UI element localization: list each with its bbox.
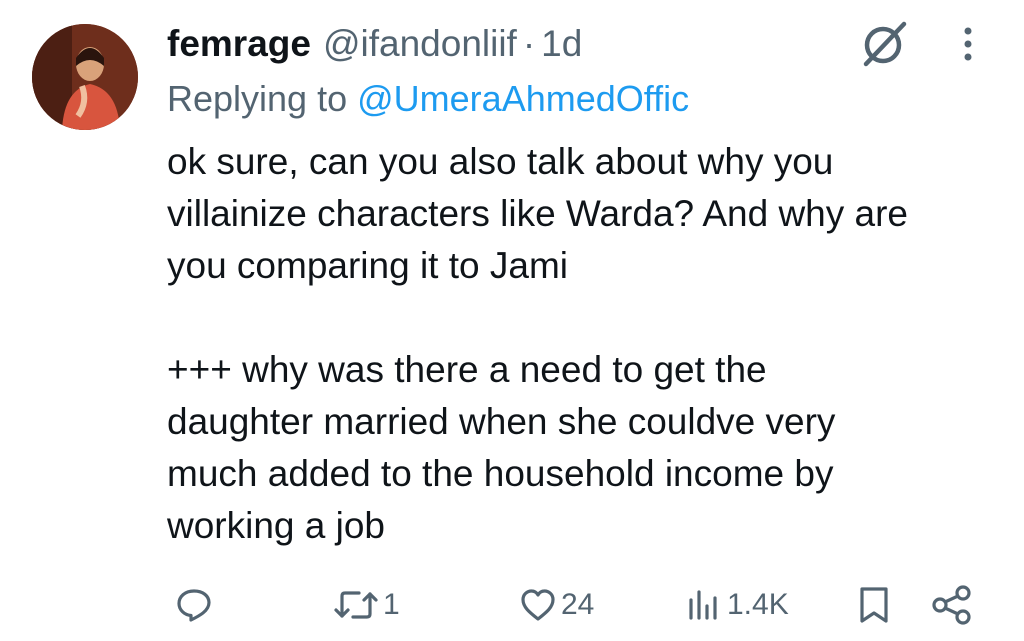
views-icon — [689, 590, 717, 620]
bookmark-button[interactable] — [857, 580, 891, 630]
tweet-text-line: daughter married when she couldve very — [167, 401, 836, 442]
tweet-header: femrage @ifandonliif · 1d — [167, 20, 582, 68]
retweet-button[interactable]: 1 — [333, 580, 400, 630]
tweet-text-line: much added to the household income by — [167, 453, 834, 494]
replying-to-mention[interactable]: @UmeraAhmedOffic — [357, 78, 689, 119]
tweet-text-line: working a job — [167, 505, 386, 546]
tweet-text-line: villainize characters like Warda? And wh… — [167, 193, 909, 234]
retweet-count: 1 — [383, 588, 400, 621]
bookmark-icon — [860, 587, 888, 623]
views-count: 1.4K — [727, 588, 789, 621]
display-name[interactable]: femrage — [167, 20, 311, 68]
like-count: 24 — [561, 588, 595, 621]
share-icon — [932, 585, 971, 625]
tweet-text: ok sure, can you also talk about why you… — [167, 136, 997, 552]
tweet-text-line: ok sure, can you also talk about why you — [167, 141, 834, 182]
avatar[interactable] — [32, 24, 138, 130]
tweet[interactable]: femrage @ifandonliif · 1d Replying to @U… — [0, 0, 1024, 641]
views-button[interactable]: 1.4K — [685, 580, 789, 630]
tweet-text-line: +++ why was there a need to get the — [167, 349, 767, 390]
separator-dot: · — [522, 23, 536, 64]
retweet-icon — [334, 591, 378, 619]
share-button[interactable] — [931, 580, 973, 630]
action-bar: 1 24 1.4K — [167, 580, 977, 630]
reply-button[interactable] — [175, 580, 213, 630]
like-button[interactable]: 24 — [519, 580, 594, 630]
replying-to-label: Replying to — [167, 78, 348, 119]
tweet-text-line: you comparing it to Jami — [167, 245, 569, 286]
heart-icon — [521, 589, 555, 621]
replying-to: Replying to @UmeraAhmedOffic — [167, 76, 689, 122]
user-handle[interactable]: @ifandonliif — [323, 20, 517, 68]
more-options-icon[interactable] — [956, 24, 980, 64]
tweet-text-blank-line — [167, 292, 997, 344]
grok-icon[interactable] — [858, 16, 912, 70]
reply-icon — [177, 589, 211, 622]
timestamp[interactable]: 1d — [541, 20, 582, 68]
